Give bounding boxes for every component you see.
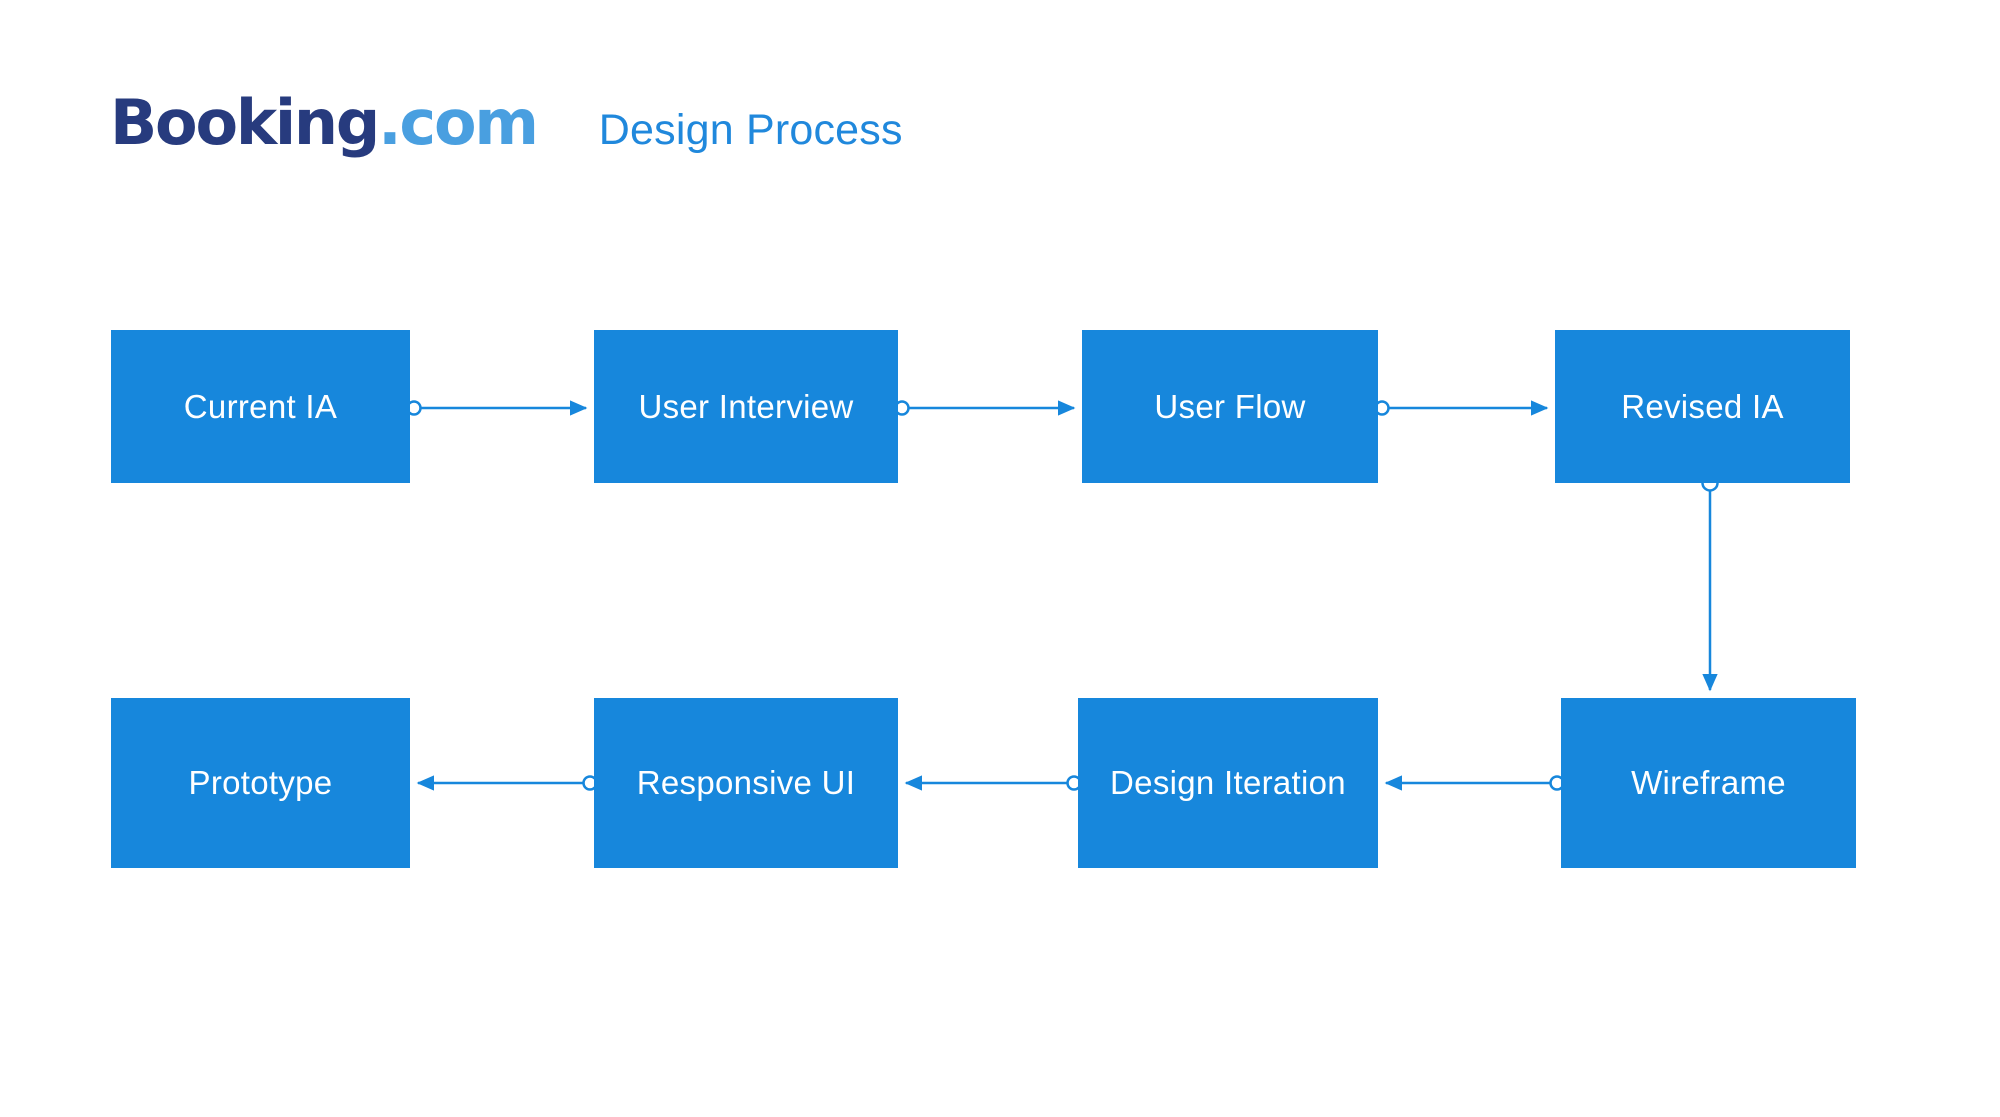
node-label: User Flow (1154, 387, 1306, 425)
node-label: Wireframe (1631, 764, 1786, 802)
node-prototype[interactable]: Prototype (111, 698, 410, 868)
node-label: Design Iteration (1110, 764, 1346, 802)
design-process-flowchart: Current IA User Interview User Flow Revi… (0, 0, 2000, 1117)
node-user-interview[interactable]: User Interview (594, 330, 898, 483)
node-label: Current IA (183, 387, 338, 425)
node-label: Responsive UI (636, 764, 856, 802)
node-label: Prototype (188, 764, 333, 802)
edge-wireframe-to-design-iteration[interactable] (1384, 775, 1565, 791)
node-current-ia[interactable]: Current IA (111, 330, 410, 483)
node-wireframe[interactable]: Wireframe (1561, 698, 1856, 868)
edge-current-ia-to-user-interview[interactable] (406, 400, 588, 416)
edge-revised-ia-to-wireframe[interactable] (1701, 474, 1719, 692)
node-label: Revised IA (1621, 387, 1784, 425)
node-label: User Interview (638, 387, 854, 425)
edge-layer (406, 400, 1719, 791)
node-responsive-ui[interactable]: Responsive UI (594, 698, 898, 868)
node-design-iteration[interactable]: Design Iteration (1078, 698, 1378, 868)
edge-responsive-ui-to-prototype[interactable] (416, 775, 598, 791)
edge-user-flow-to-revised-ia[interactable] (1374, 400, 1549, 416)
slide-canvas: Booking.com Design Process Current IA Us… (0, 0, 2000, 1117)
node-user-flow[interactable]: User Flow (1082, 330, 1378, 483)
node-revised-ia[interactable]: Revised IA (1555, 330, 1850, 483)
edge-design-iteration-to-responsive-ui[interactable] (904, 775, 1082, 791)
edge-user-interview-to-user-flow[interactable] (894, 400, 1076, 416)
